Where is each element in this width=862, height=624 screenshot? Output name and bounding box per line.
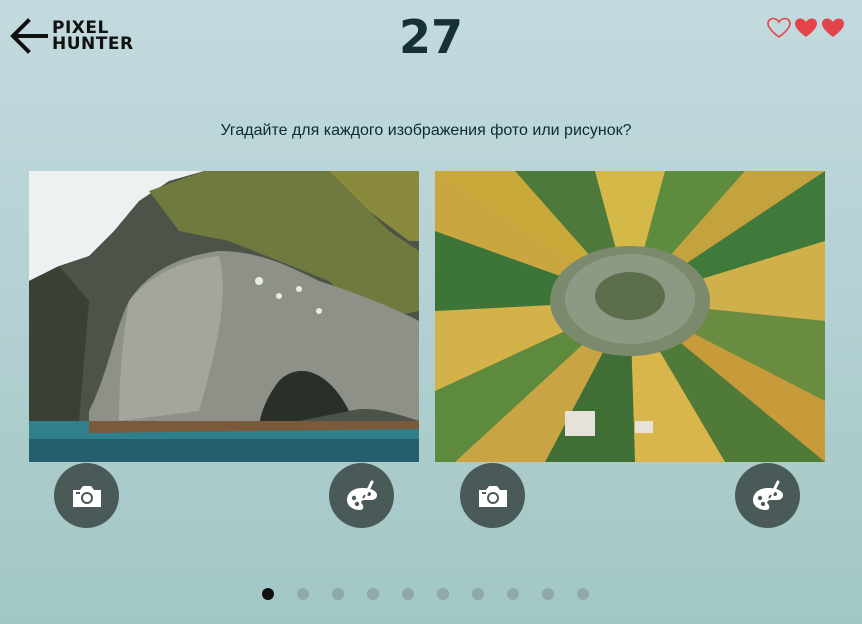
progress-dot xyxy=(577,588,589,600)
camera-icon xyxy=(478,485,507,507)
progress-dot xyxy=(507,588,519,600)
photo-button-2[interactable] xyxy=(460,463,525,528)
heart-full-icon xyxy=(822,18,844,37)
progress-dot xyxy=(437,588,449,600)
timer: 27 xyxy=(398,10,463,64)
heart-full-icon xyxy=(795,18,817,37)
progress-dot xyxy=(542,588,554,600)
lives xyxy=(765,16,846,40)
progress-dot xyxy=(472,588,484,600)
photo-button-1[interactable] xyxy=(54,463,119,528)
palette-icon xyxy=(752,480,783,510)
option-image-2 xyxy=(435,171,825,462)
progress-dot xyxy=(332,588,344,600)
palette-icon xyxy=(346,480,377,510)
paint-button-1[interactable] xyxy=(329,463,394,528)
progress-dot-current xyxy=(262,588,274,600)
option-image-1 xyxy=(29,171,419,462)
camera-icon xyxy=(72,485,101,507)
progress-dot xyxy=(297,588,309,600)
question-text: Угадайте для каждого изображения фото ил… xyxy=(220,122,632,139)
progress-dot xyxy=(367,588,379,600)
paint-button-2[interactable] xyxy=(735,463,800,528)
progress-dot xyxy=(402,588,414,600)
heart-empty-icon xyxy=(767,17,791,39)
progress-dots xyxy=(262,588,589,600)
